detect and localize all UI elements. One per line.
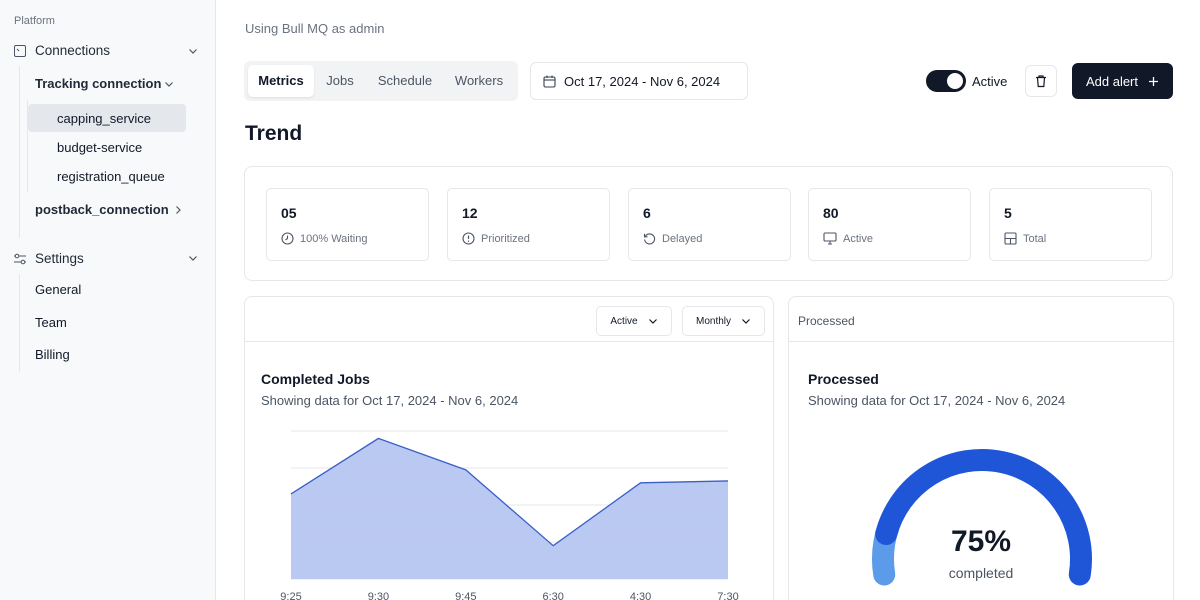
stat-label-text: Prioritized: [481, 232, 530, 245]
sidebar-item-label: Tracking connection: [35, 76, 162, 91]
layout-grid-icon: [1004, 232, 1017, 245]
stat-label: 100% Waiting: [281, 232, 367, 245]
x-tick-label: 6:30: [542, 591, 563, 600]
trash-icon: [1036, 75, 1046, 88]
sidebar-item-postback-connection[interactable]: postback_connection: [35, 202, 169, 217]
x-tick-label: 4:30: [630, 591, 651, 600]
chevron-right-icon[interactable]: [173, 205, 183, 215]
monitor-icon: [823, 232, 837, 245]
stat-label-text: Active: [843, 232, 873, 245]
delete-button[interactable]: [1025, 65, 1057, 97]
stat-label: Prioritized: [462, 232, 530, 245]
tab-jobs[interactable]: Jobs: [320, 65, 360, 97]
date-range-label: Oct 17, 2024 - Nov 6, 2024: [564, 73, 721, 89]
x-tick-label: 9:45: [455, 591, 476, 600]
rotate-ccw-icon: [643, 233, 656, 245]
x-tick-label: 9:30: [368, 591, 389, 600]
area-fill: [291, 438, 728, 579]
tree-line: [19, 66, 20, 238]
sidebar-item-settings[interactable]: Settings: [14, 251, 84, 266]
stat-value: 12: [462, 205, 478, 221]
chevron-down-icon[interactable]: [188, 253, 198, 263]
sidebar-item-connections[interactable]: Connections: [14, 43, 110, 58]
sidebar-heading: Platform: [14, 15, 55, 27]
chevron-down-icon[interactable]: [188, 46, 198, 56]
completed-jobs-card: Active Monthly Completed Jobs Showing da…: [244, 296, 774, 600]
tree-line: [19, 274, 20, 372]
tab-schedule[interactable]: Schedule: [370, 65, 440, 97]
gauge-caption: completed: [948, 565, 1014, 581]
toggle-knob: [947, 73, 963, 89]
active-toggle[interactable]: [926, 70, 966, 92]
sidebar-item-general[interactable]: General: [35, 282, 81, 297]
active-toggle-label: Active: [972, 74, 1008, 89]
stat-value: 05: [281, 205, 297, 221]
chevron-down-icon[interactable]: [164, 79, 174, 89]
stat-card-total: 5 Total: [989, 188, 1152, 261]
x-tick-label: 7:30: [717, 591, 738, 600]
stat-label: Active: [823, 232, 873, 245]
stat-card-prioritized: 12 Prioritized: [447, 188, 610, 261]
stat-label: Total: [1004, 232, 1046, 245]
clock-icon: [281, 232, 294, 245]
sidebar: Platform Connections Tracking connection…: [0, 0, 216, 600]
stat-label: Delayed: [643, 232, 702, 245]
gauge-percent: 75%: [950, 525, 1012, 558]
x-tick-label: 9:25: [280, 591, 301, 600]
connections-icon: [14, 44, 26, 57]
add-alert-button[interactable]: Add alert: [1072, 63, 1173, 99]
sidebar-item-label: Settings: [35, 251, 84, 266]
plus-icon: [1149, 76, 1159, 86]
page-subtitle: Using Bull MQ as admin: [245, 21, 385, 36]
tab-bar: Metrics Jobs Schedule Workers: [244, 61, 518, 101]
stat-value: 6: [643, 205, 651, 221]
add-alert-label: Add alert: [1085, 73, 1139, 89]
stats-panel: 05 100% Waiting 12 Prioritized 6 Delayed…: [244, 166, 1173, 281]
stat-value: 80: [823, 205, 839, 221]
tab-workers[interactable]: Workers: [448, 65, 510, 97]
sidebar-item-team[interactable]: Team: [35, 315, 67, 330]
stat-value: 5: [1004, 205, 1012, 221]
processed-card: Processed Processed Showing data for Oct…: [788, 296, 1174, 600]
calendar-icon: [543, 75, 556, 88]
sidebar-item-label: postback_connection: [35, 202, 169, 217]
completed-jobs-chart: 9:25 9:30 9:45 6:30 4:30 7:30: [280, 430, 739, 600]
stat-label-text: 100% Waiting: [300, 232, 368, 245]
sliders-icon: [14, 253, 26, 264]
sidebar-item-budget-service[interactable]: budget-service: [57, 140, 142, 155]
section-title: Trend: [245, 122, 303, 145]
stat-card-active: 80 Active: [808, 188, 971, 261]
stat-label-text: Total: [1023, 232, 1047, 245]
stat-label-text: Delayed: [662, 232, 703, 245]
sidebar-item-tracking-connection[interactable]: Tracking connection: [35, 76, 161, 91]
sidebar-item-registration-queue[interactable]: registration_queue: [57, 169, 165, 184]
date-range-picker[interactable]: Oct 17, 2024 - Nov 6, 2024: [530, 62, 748, 100]
stat-card-delayed: 6 Delayed: [628, 188, 791, 261]
sidebar-item-capping-service[interactable]: capping_service: [57, 111, 151, 126]
tab-metrics[interactable]: Metrics: [248, 65, 314, 97]
sidebar-item-label: Connections: [35, 43, 111, 58]
sidebar-item-billing[interactable]: Billing: [35, 347, 70, 362]
stat-card-waiting: 05 100% Waiting: [266, 188, 429, 261]
alert-circle-icon: [462, 232, 475, 245]
